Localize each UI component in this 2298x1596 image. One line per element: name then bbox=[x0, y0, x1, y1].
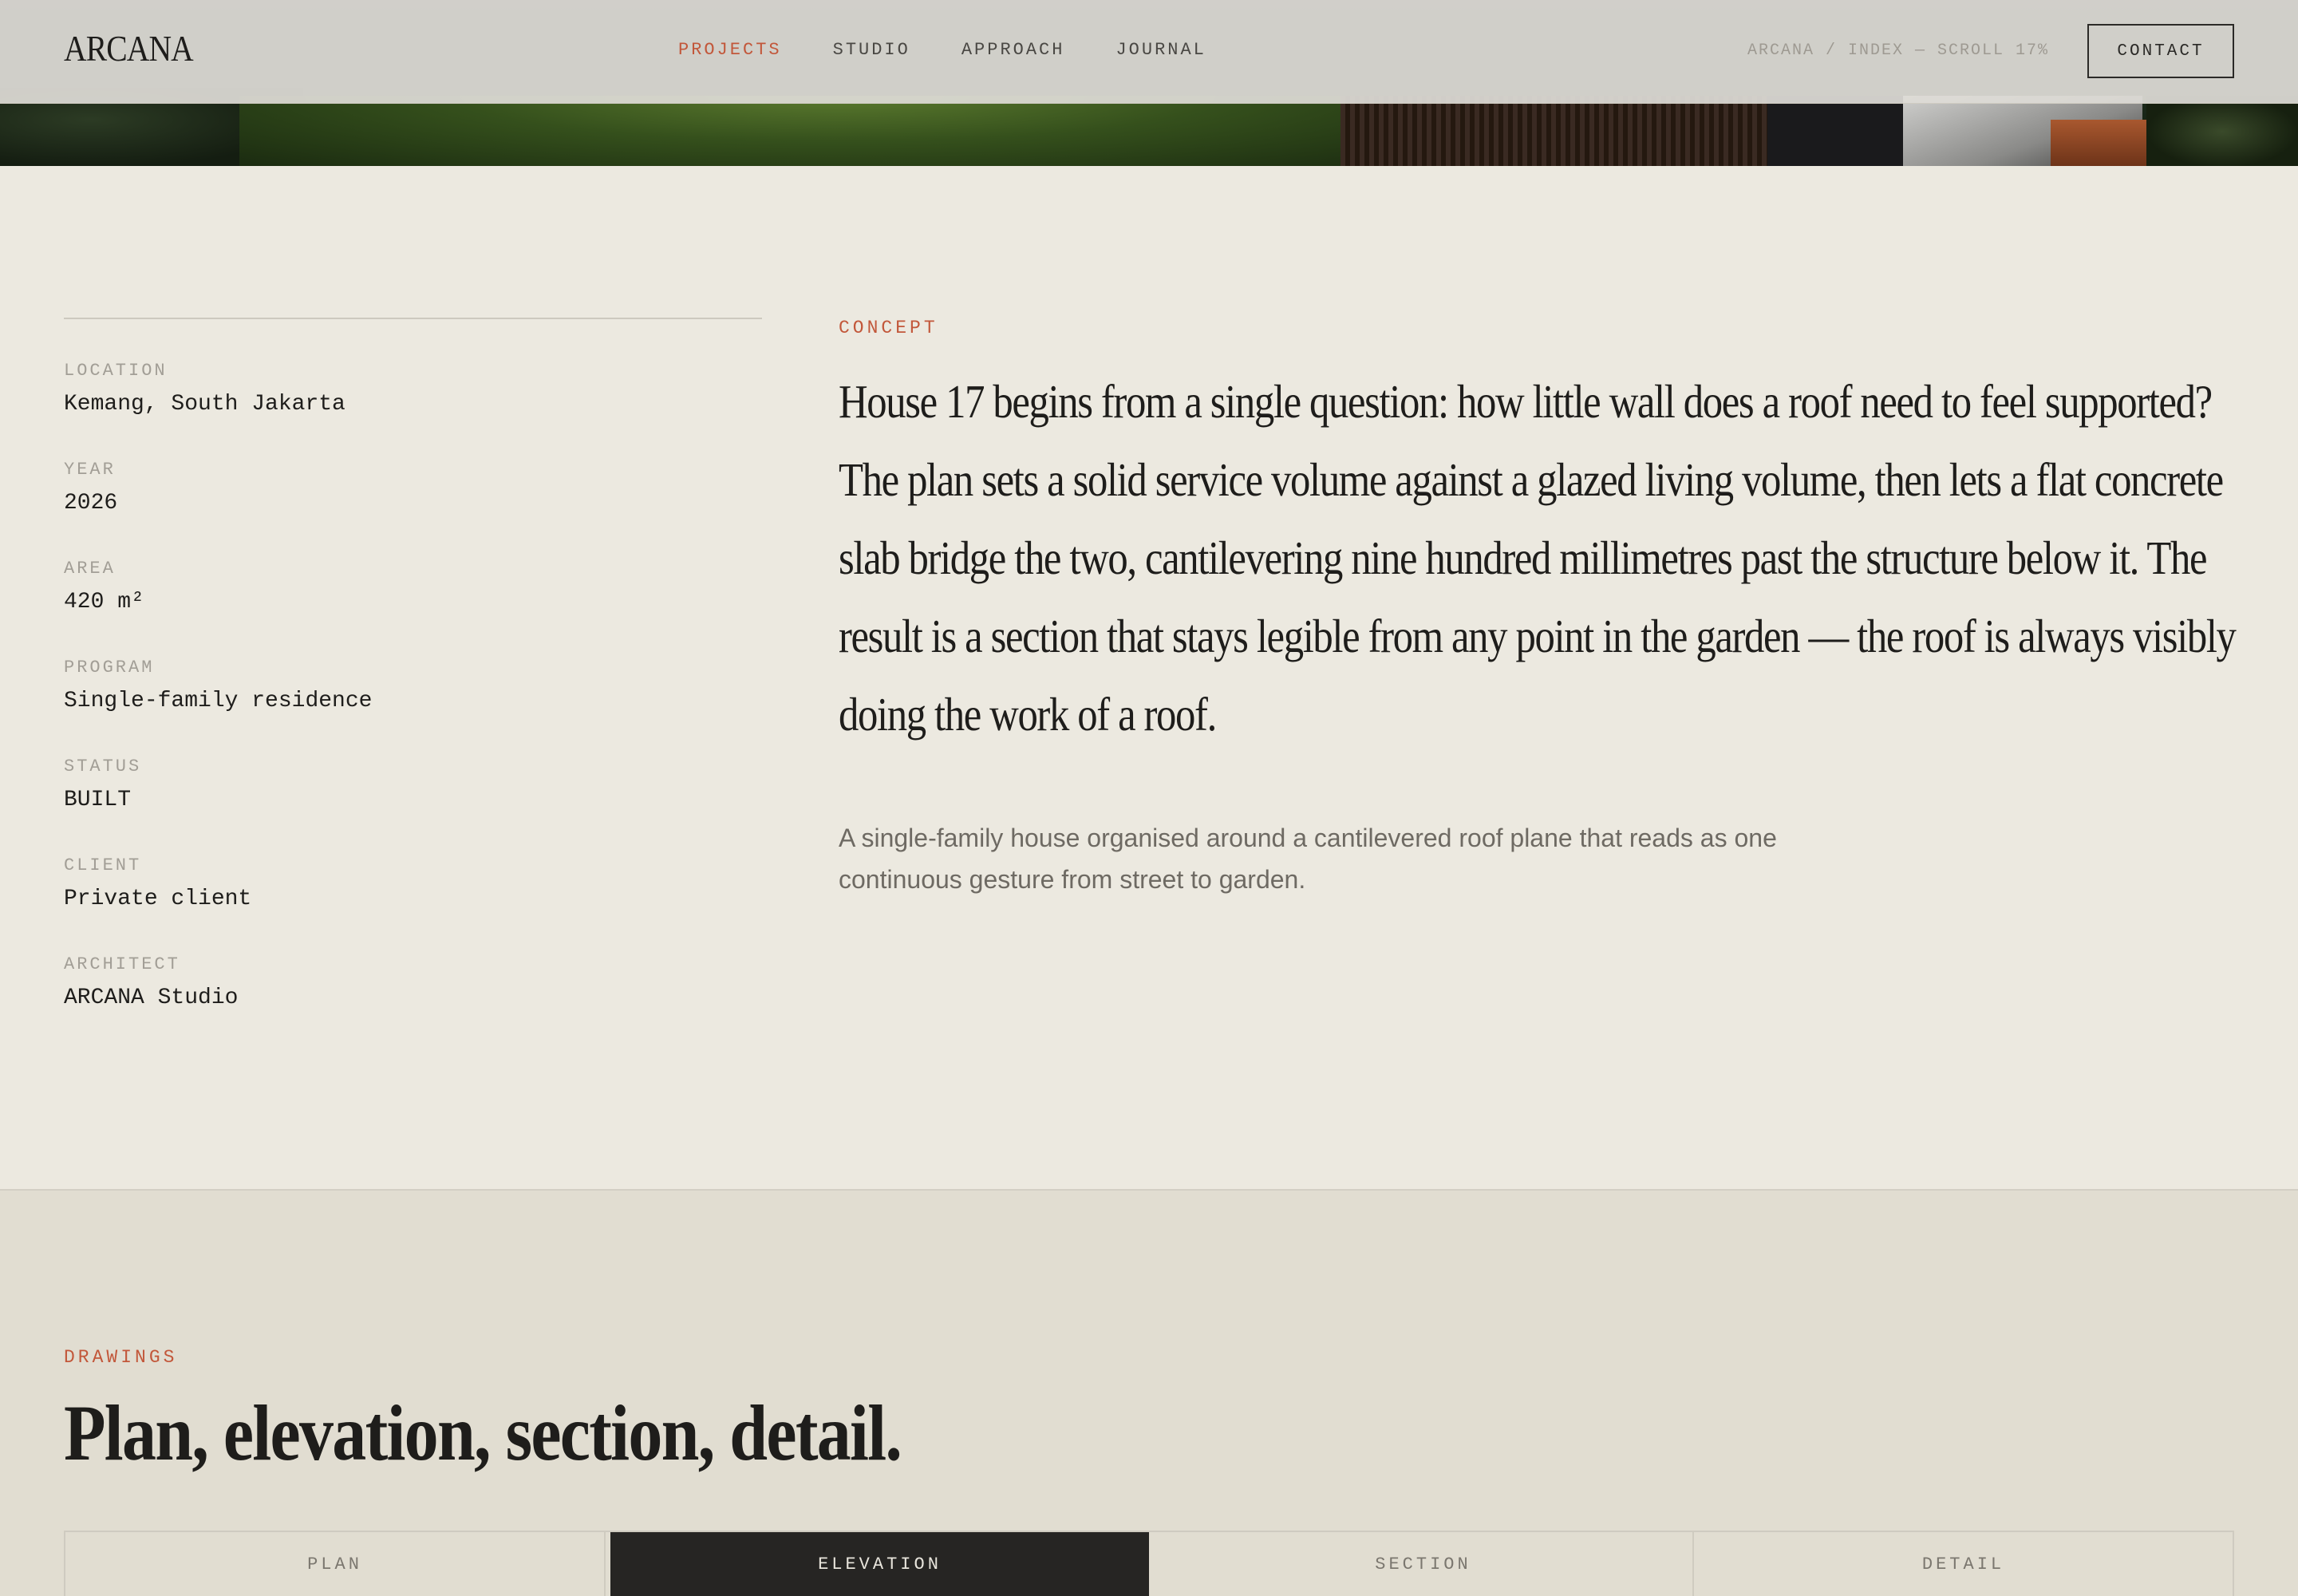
drawings-title: Plan, elevation, section, detail. bbox=[64, 1389, 902, 1477]
fact-value: ARCANA Studio bbox=[64, 986, 239, 1010]
concept-summary: A single-family house organised around a… bbox=[839, 824, 1777, 894]
fact-value: Kemang, South Jakarta bbox=[64, 392, 345, 417]
fact-label: AREA bbox=[64, 559, 116, 579]
fact-label: ARCHITECT bbox=[64, 954, 180, 974]
concept-statement: House 17 begins from a single question: … bbox=[839, 375, 2237, 741]
hero-shrubs-right bbox=[2146, 96, 2298, 166]
scroll-indicator: ARCANA / INDEX — SCROLL 17% bbox=[1747, 41, 2049, 60]
nav-projects[interactable]: PROJECTS bbox=[678, 40, 782, 60]
tab-elevation[interactable]: ELEVATION bbox=[610, 1532, 1149, 1596]
hero-lawn bbox=[239, 96, 1436, 166]
main-nav: PROJECTS STUDIO APPROACH JOURNAL bbox=[678, 40, 1258, 60]
hero-timber-fence bbox=[1340, 96, 1771, 166]
fact-label: YEAR bbox=[64, 460, 116, 480]
fact-label: CLIENT bbox=[64, 855, 142, 875]
fact-label: LOCATION bbox=[64, 361, 168, 381]
drawing-tabs: PLAN ELEVATION SECTION DETAIL bbox=[64, 1531, 2234, 1596]
contact-button[interactable]: CONTACT bbox=[2087, 24, 2234, 78]
fact-value: 2026 bbox=[64, 491, 118, 516]
nav-studio[interactable]: STUDIO bbox=[833, 40, 910, 60]
fact-label: STATUS bbox=[64, 757, 142, 776]
tab-detail[interactable]: DETAIL bbox=[1694, 1532, 2233, 1596]
fact-architect: ARCHITECT ARCANA Studio bbox=[64, 954, 762, 1012]
nav-journal[interactable]: JOURNAL bbox=[1115, 40, 1206, 60]
fact-status: STATUS BUILT bbox=[64, 757, 762, 814]
fact-value: BUILT bbox=[64, 788, 132, 812]
tab-plan[interactable]: PLAN bbox=[65, 1532, 606, 1596]
drawings-eyebrow: DRAWINGS bbox=[64, 1347, 178, 1368]
fact-program: PROGRAM Single-family residence bbox=[64, 658, 762, 715]
tab-section[interactable]: SECTION bbox=[1154, 1532, 1694, 1596]
hero-planter bbox=[2051, 120, 2162, 166]
nav-approach[interactable]: APPROACH bbox=[961, 40, 1065, 60]
project-facts: LOCATION Kemang, South Jakarta YEAR 2026… bbox=[64, 318, 762, 1012]
fact-location: LOCATION Kemang, South Jakarta bbox=[64, 361, 762, 418]
logo[interactable]: ARCANA bbox=[64, 27, 194, 69]
fact-client: CLIENT Private client bbox=[64, 855, 762, 913]
concept-section: CONCEPT House 17 begins from a single qu… bbox=[839, 318, 2243, 900]
fact-value: Private client bbox=[64, 887, 252, 911]
fact-area: AREA 420 m² bbox=[64, 559, 762, 616]
fact-value: Single-family residence bbox=[64, 689, 373, 713]
site-header: ARCANA PROJECTS STUDIO APPROACH JOURNAL … bbox=[0, 0, 2298, 104]
drawings-section: DRAWINGS Plan, elevation, section, detai… bbox=[0, 1189, 2298, 1596]
concept-eyebrow: CONCEPT bbox=[839, 318, 938, 338]
fact-value: 420 m² bbox=[64, 590, 144, 614]
hero-wall bbox=[1767, 96, 1903, 166]
fact-year: YEAR 2026 bbox=[64, 460, 762, 517]
fact-label: PROGRAM bbox=[64, 658, 155, 678]
